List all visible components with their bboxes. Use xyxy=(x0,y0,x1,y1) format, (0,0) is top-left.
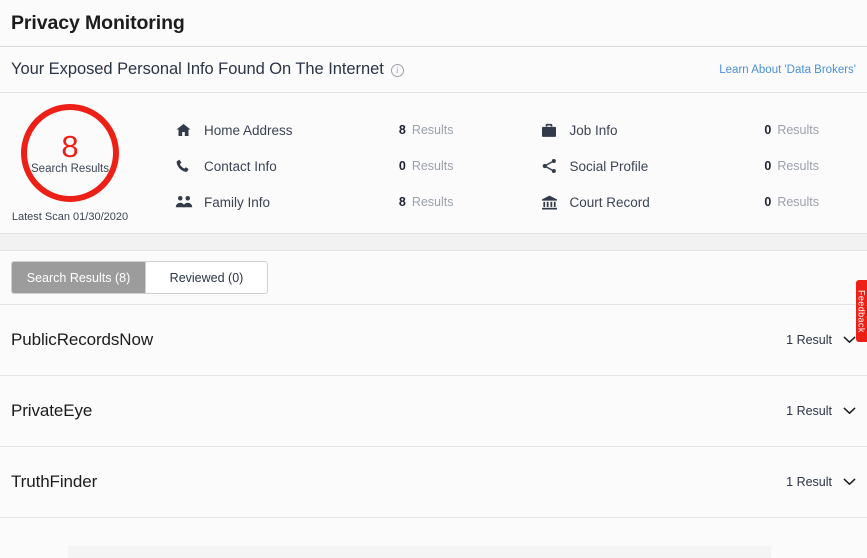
category-count-group: 0 Results xyxy=(399,159,502,173)
category-label: Court Record xyxy=(569,194,650,210)
category-count-unit: Results xyxy=(777,159,819,173)
scan-summary-block: 8 Search Results Latest Scan 01/30/2020 xyxy=(0,104,140,223)
table-row[interactable]: PrivateEye 1 Result xyxy=(0,376,867,447)
share-icon xyxy=(541,157,561,175)
chevron-down-icon[interactable] xyxy=(843,478,856,486)
category-count-unit: Results xyxy=(411,195,454,209)
chevron-down-icon[interactable] xyxy=(843,336,856,344)
category-count-unit: Results xyxy=(777,123,819,137)
table-row[interactable]: PublicRecordsNow 1 Result xyxy=(0,305,867,376)
category-count-unit: Results xyxy=(777,195,819,209)
window-title-bar: Privacy Monitoring xyxy=(0,0,867,47)
category-row-social-profile[interactable]: Social Profile 0 Results xyxy=(541,148,867,184)
category-count-unit: Results xyxy=(411,159,454,173)
feedback-side-tab[interactable]: Feedback xyxy=(856,280,867,342)
learn-about-data-brokers-link[interactable]: Learn About 'Data Brokers' xyxy=(719,64,856,76)
category-count-number: 0 xyxy=(764,195,772,209)
category-label: Social Profile xyxy=(569,158,649,174)
broker-results-list: PublicRecordsNow 1 Result PrivateEye 1 R… xyxy=(0,305,867,548)
search-results-caption: Search Results xyxy=(31,162,109,175)
home-icon xyxy=(175,121,195,139)
section-subheader: Your Exposed Personal Info Found On The … xyxy=(0,47,867,93)
broker-name: PublicRecordsNow xyxy=(11,330,154,349)
search-results-gauge: 8 Search Results xyxy=(21,104,119,202)
courthouse-icon xyxy=(541,193,561,211)
category-column-right: Job Info 0 Results Social Profile 0 Resu… xyxy=(502,112,867,220)
category-count-group: 0 Results xyxy=(764,123,867,137)
feedback-side-tab-label: Feedback xyxy=(856,289,867,333)
broker-row-right: 1 Result xyxy=(786,404,856,418)
info-circle-icon[interactable]: i xyxy=(390,64,404,77)
category-count-number: 0 xyxy=(764,159,772,173)
table-row-partial[interactable] xyxy=(0,518,867,548)
broker-name: TruthFinder xyxy=(11,472,98,491)
category-count-unit: Results xyxy=(411,123,454,137)
people-icon xyxy=(175,193,195,211)
category-count-group: 0 Results xyxy=(764,159,867,173)
category-row-job-info[interactable]: Job Info 0 Results xyxy=(541,112,867,148)
results-tabs-bar: Search Results (8) Reviewed (0) xyxy=(0,251,867,305)
subheader-left-group: Your Exposed Personal Info Found On The … xyxy=(11,60,404,79)
tab-reviewed[interactable]: Reviewed (0) xyxy=(145,262,267,293)
broker-result-count: 1 Result xyxy=(786,404,832,418)
search-results-count: 8 xyxy=(61,128,79,164)
tab-search-results[interactable]: Search Results (8) xyxy=(12,262,145,293)
list-bottom-fade xyxy=(68,546,771,558)
summary-panel: 8 Search Results Latest Scan 01/30/2020 … xyxy=(0,93,867,234)
page-title: Privacy Monitoring xyxy=(11,11,185,34)
category-count-number: 0 xyxy=(764,123,772,137)
category-columns: Home Address 8 Results Contact Info 0 Re… xyxy=(140,104,867,220)
broker-result-count: 1 Result xyxy=(786,333,832,347)
category-label: Contact Info xyxy=(204,158,277,174)
category-count-number: 0 xyxy=(398,159,406,173)
briefcase-icon xyxy=(541,121,561,139)
broker-row-right: 1 Result xyxy=(786,475,856,489)
broker-name: PrivateEye xyxy=(11,401,93,420)
category-count-group: 8 Results xyxy=(399,195,502,209)
category-count-group: 8 Results xyxy=(399,123,502,137)
category-row-court-record[interactable]: Court Record 0 Results xyxy=(541,184,867,220)
latest-scan-date: Latest Scan 01/30/2020 xyxy=(11,211,129,223)
category-count-number: 8 xyxy=(398,195,406,209)
phone-icon xyxy=(175,157,195,175)
section-separator-band xyxy=(0,234,867,251)
broker-result-count: 1 Result xyxy=(786,475,832,489)
chevron-down-icon[interactable] xyxy=(843,407,856,415)
category-column-left: Home Address 8 Results Contact Info 0 Re… xyxy=(140,112,502,220)
table-row[interactable]: TruthFinder 1 Result xyxy=(0,447,867,518)
category-row-contact-info[interactable]: Contact Info 0 Results xyxy=(175,148,502,184)
category-label: Job Info xyxy=(569,122,618,138)
category-row-home-address[interactable]: Home Address 8 Results xyxy=(175,112,502,148)
category-row-family-info[interactable]: Family Info 8 Results xyxy=(175,184,502,220)
category-count-group: 0 Results xyxy=(764,195,867,209)
category-label: Family Info xyxy=(204,194,271,210)
broker-row-right: 1 Result xyxy=(786,333,856,347)
category-count-number: 8 xyxy=(398,123,406,137)
category-label: Home Address xyxy=(204,122,293,138)
subheader-title: Your Exposed Personal Info Found On The … xyxy=(11,60,384,78)
results-tabs: Search Results (8) Reviewed (0) xyxy=(11,261,268,294)
